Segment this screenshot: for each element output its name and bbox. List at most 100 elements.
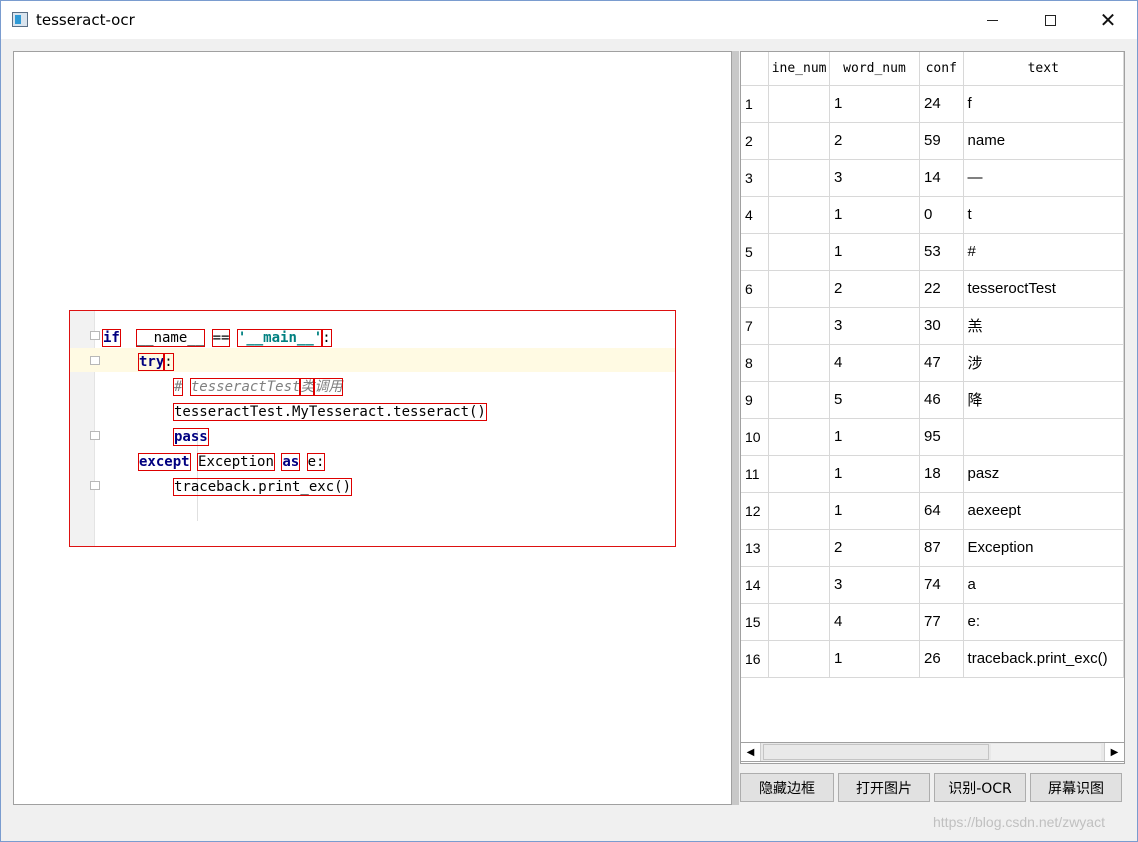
table-row[interactable]: 15 4 77 e: <box>741 603 1124 641</box>
conf-cell[interactable]: 18 <box>919 455 964 493</box>
line-num-cell[interactable] <box>768 418 830 456</box>
minimize-button[interactable] <box>963 1 1021 39</box>
row-header[interactable]: 12 <box>741 492 770 530</box>
conf-cell[interactable]: 47 <box>919 344 964 382</box>
text-cell[interactable]: 降 <box>963 381 1124 419</box>
row-header[interactable]: 2 <box>741 122 770 160</box>
row-header[interactable]: 9 <box>741 381 770 419</box>
text-cell[interactable]: pasz <box>963 455 1124 493</box>
row-header[interactable]: 5 <box>741 233 770 271</box>
word-num-cell[interactable]: 5 <box>829 381 920 419</box>
table-row[interactable]: 11 1 18 pasz <box>741 455 1124 493</box>
word-num-cell[interactable]: 4 <box>829 344 920 382</box>
hide-border-button[interactable]: 隐藏边框 <box>740 773 834 802</box>
row-header[interactable]: 3 <box>741 159 770 197</box>
conf-cell[interactable]: 24 <box>919 85 964 123</box>
word-num-cell[interactable]: 3 <box>829 159 920 197</box>
table-row[interactable]: 10 1 95 <box>741 418 1124 456</box>
line-num-cell[interactable] <box>768 344 830 382</box>
line-num-cell[interactable] <box>768 196 830 234</box>
table-row[interactable]: 2 2 59 name <box>741 122 1124 160</box>
column-header-conf[interactable]: conf <box>919 52 964 86</box>
text-cell[interactable]: # <box>963 233 1124 271</box>
row-header[interactable]: 15 <box>741 603 770 641</box>
conf-cell[interactable]: 22 <box>919 270 964 308</box>
close-button[interactable]: ✕ <box>1079 1 1137 39</box>
column-header-text[interactable]: text <box>963 52 1124 86</box>
word-num-cell[interactable]: 2 <box>829 270 920 308</box>
row-header[interactable]: 4 <box>741 196 770 234</box>
word-num-cell[interactable]: 1 <box>829 640 920 678</box>
word-num-cell[interactable]: 4 <box>829 603 920 641</box>
table-row[interactable]: 3 3 14— <box>741 159 1124 197</box>
row-header[interactable]: 7 <box>741 307 770 345</box>
row-header[interactable]: 10 <box>741 418 770 456</box>
conf-cell[interactable]: 74 <box>919 566 964 604</box>
column-header-line-num[interactable]: ine_num <box>768 52 830 86</box>
row-header[interactable]: 8 <box>741 344 770 382</box>
word-num-cell[interactable]: 1 <box>829 418 920 456</box>
screen-recognize-button[interactable]: 屏幕识图 <box>1030 773 1122 802</box>
text-cell[interactable]: — <box>963 159 1124 197</box>
splitter-handle[interactable] <box>732 51 739 805</box>
line-num-cell[interactable] <box>768 603 830 641</box>
row-header[interactable]: 1 <box>741 85 770 123</box>
table-row[interactable]: 16 1 26 traceback.print_exc() <box>741 640 1124 678</box>
ocr-result-table[interactable]: ine_num word_num conf text 1 1 24 f 2 2 59 name… <box>740 51 1125 764</box>
conf-cell[interactable]: 0 <box>919 196 964 234</box>
recognize-ocr-button[interactable]: 识别-OCR <box>934 773 1026 802</box>
image-view[interactable]: if __name__ == '__main__': try: # tesserac… <box>13 51 732 805</box>
line-num-cell[interactable] <box>768 122 830 160</box>
conf-cell[interactable]: 26 <box>919 640 964 678</box>
scrollbar-thumb[interactable] <box>763 744 989 760</box>
row-header[interactable]: 6 <box>741 270 770 308</box>
text-cell[interactable] <box>963 418 1124 456</box>
word-num-cell[interactable]: 2 <box>829 529 920 567</box>
word-num-cell[interactable]: 1 <box>829 233 920 271</box>
table-row[interactable]: 9 5 46 降 <box>741 381 1124 419</box>
table-row[interactable]: 4 10t <box>741 196 1124 234</box>
scroll-right-arrow-icon[interactable]: ▶ <box>1104 743 1124 761</box>
line-num-cell[interactable] <box>768 492 830 530</box>
word-num-cell[interactable]: 3 <box>829 307 920 345</box>
text-cell[interactable]: f <box>963 85 1124 123</box>
column-header-word-num[interactable]: word_num <box>829 52 920 86</box>
line-num-cell[interactable] <box>768 529 830 567</box>
text-cell[interactable]: tesseroctTest <box>963 270 1124 308</box>
line-num-cell[interactable] <box>768 159 830 197</box>
line-num-cell[interactable] <box>768 85 830 123</box>
conf-cell[interactable]: 53 <box>919 233 964 271</box>
word-num-cell[interactable]: 1 <box>829 455 920 493</box>
text-cell[interactable]: a <box>963 566 1124 604</box>
line-num-cell[interactable] <box>768 307 830 345</box>
scroll-left-arrow-icon[interactable]: ◀ <box>741 743 761 761</box>
title-bar[interactable]: tesseract-ocr ✕ <box>1 1 1137 39</box>
text-cell[interactable]: Exception <box>963 529 1124 567</box>
word-num-cell[interactable]: 1 <box>829 492 920 530</box>
scrollbar-track[interactable] <box>991 744 1101 760</box>
row-header[interactable]: 14 <box>741 566 770 604</box>
table-row[interactable]: 1 1 24 f <box>741 85 1124 123</box>
row-header[interactable]: 16 <box>741 640 770 678</box>
table-row[interactable]: 5 1 53 # <box>741 233 1124 271</box>
line-num-cell[interactable] <box>768 381 830 419</box>
row-header[interactable]: 11 <box>741 455 770 493</box>
conf-cell[interactable]: 46 <box>919 381 964 419</box>
conf-cell[interactable]: 64 <box>919 492 964 530</box>
conf-cell[interactable]: 95 <box>919 418 964 456</box>
word-num-cell[interactable]: 1 <box>829 85 920 123</box>
text-cell[interactable]: traceback.print_exc() <box>963 640 1124 678</box>
horizontal-scrollbar[interactable]: ◀ ▶ <box>740 742 1125 762</box>
row-header[interactable]: 13 <box>741 529 770 567</box>
line-num-cell[interactable] <box>768 270 830 308</box>
table-row[interactable]: 14 3 74 a <box>741 566 1124 604</box>
text-cell[interactable]: t <box>963 196 1124 234</box>
maximize-button[interactable] <box>1021 1 1079 39</box>
table-row[interactable]: 8 4 47 涉 <box>741 344 1124 382</box>
table-row[interactable]: 12 1 64 aexeept <box>741 492 1124 530</box>
conf-cell[interactable]: 87 <box>919 529 964 567</box>
word-num-cell[interactable]: 3 <box>829 566 920 604</box>
table-row[interactable]: 6 2 22 tesseroctTest <box>741 270 1124 308</box>
text-cell[interactable]: name <box>963 122 1124 160</box>
word-num-cell[interactable]: 2 <box>829 122 920 160</box>
